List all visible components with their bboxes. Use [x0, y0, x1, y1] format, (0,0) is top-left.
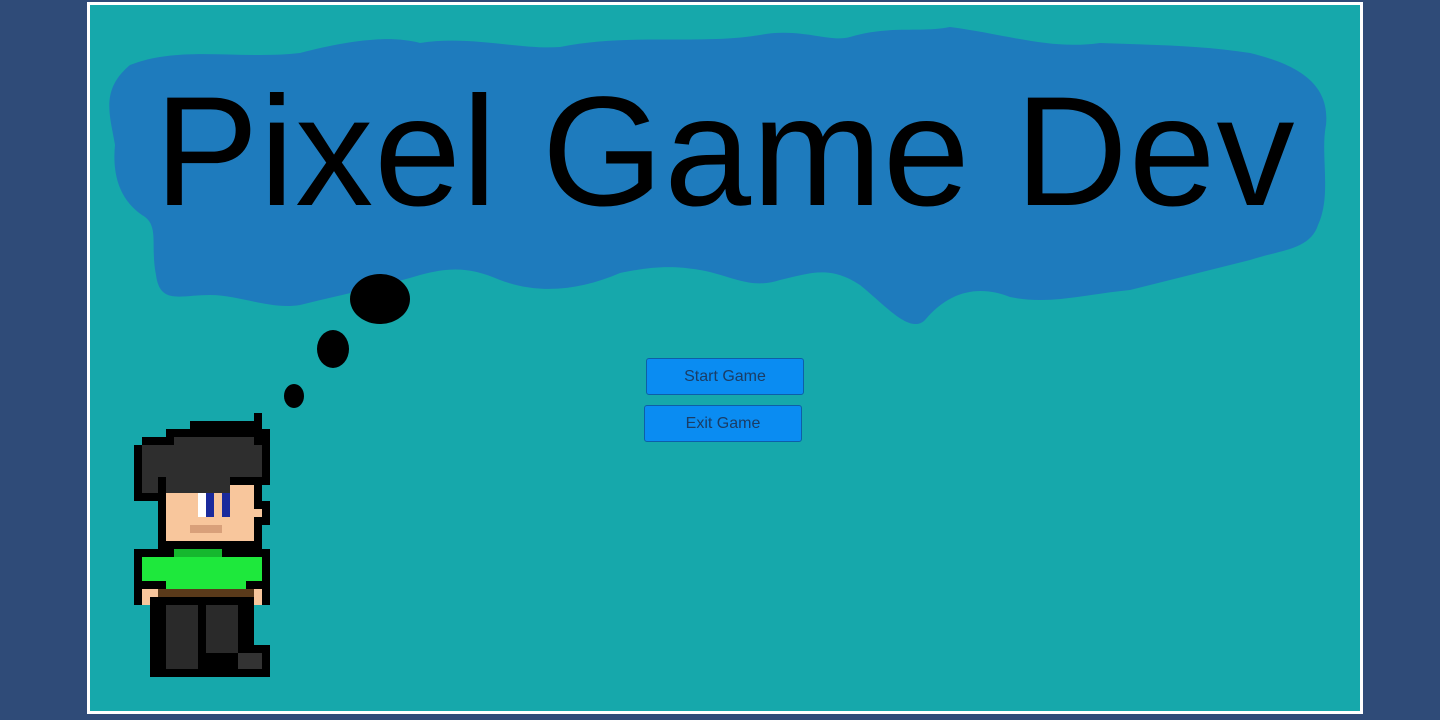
game-screen: Pixel Game Dev Start Game Exit Game	[87, 2, 1363, 714]
pixel-character-sprite	[134, 413, 270, 677]
game-title: Pixel Game Dev	[154, 65, 1296, 239]
start-game-button[interactable]: Start Game	[646, 358, 804, 395]
exit-game-button[interactable]: Exit Game	[644, 405, 802, 442]
